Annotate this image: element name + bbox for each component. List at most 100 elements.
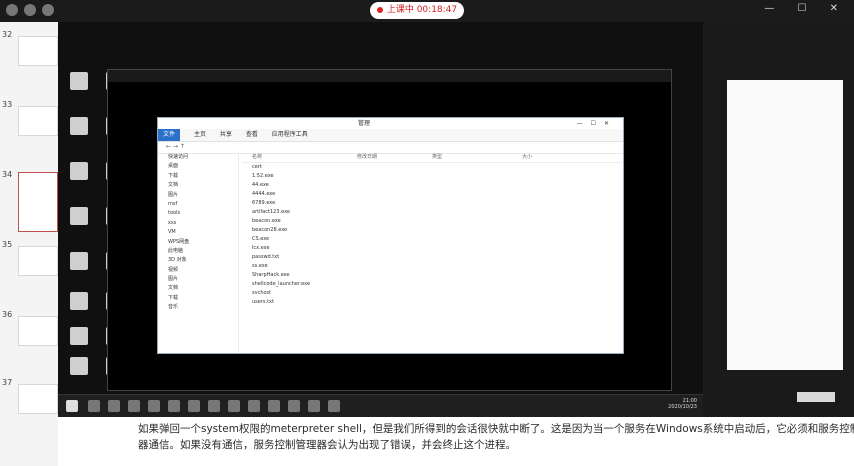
- taskbar-app-icon[interactable]: [168, 400, 180, 412]
- slide-thumbnail[interactable]: [18, 246, 58, 276]
- nav-item[interactable]: 3D 对象: [158, 256, 238, 265]
- file-row[interactable]: shellcode_launcher.exe: [242, 280, 622, 289]
- taskbar-app-icon[interactable]: [308, 400, 320, 412]
- col-type[interactable]: 类型: [432, 153, 492, 162]
- navigation-pane: 快速访问 桌面 下载 文档 图片 msf tools xss VM WPS网盘 …: [158, 153, 239, 353]
- tab-share[interactable]: 共享: [220, 129, 232, 141]
- file-explorer-window: 管理 —☐✕ 文件 主页 共享 查看 应用程序工具 ← → ↑ 快速访问 桌面 …: [157, 117, 624, 354]
- tab-home[interactable]: 主页: [194, 129, 206, 141]
- file-row[interactable]: beacon.exe: [242, 217, 622, 226]
- menu-icon[interactable]: [24, 4, 36, 16]
- taskbar-app-icon[interactable]: [328, 400, 340, 412]
- taskbar-app-icon[interactable]: [188, 400, 200, 412]
- recording-indicator[interactable]: 上课中 00:18:47: [370, 2, 464, 19]
- slide-number: 35: [2, 240, 13, 249]
- file-name: beacon.exe: [252, 218, 281, 224]
- taskbar-clock[interactable]: 21:00 2020/10/23: [668, 398, 697, 410]
- desktop-icon[interactable]: [62, 117, 96, 135]
- nav-item[interactable]: 文档: [158, 181, 238, 190]
- file-row[interactable]: lcx.exe: [242, 244, 622, 253]
- remote-window-titlebar[interactable]: [108, 70, 671, 82]
- desktop-icon[interactable]: [62, 327, 96, 345]
- file-row[interactable]: 6789.exe: [242, 199, 622, 208]
- desktop-icon[interactable]: [62, 357, 96, 375]
- nav-item[interactable]: tools: [158, 209, 238, 218]
- task-view-icon[interactable]: [108, 400, 120, 412]
- file-row[interactable]: CS.exe: [242, 235, 622, 244]
- nav-item[interactable]: 下载: [158, 172, 238, 181]
- top-bar: 上课中 00:18:47 — ☐ ✕: [0, 0, 854, 22]
- slide-thumbnail[interactable]: [18, 106, 58, 136]
- taskbar-app-icon[interactable]: [148, 400, 160, 412]
- taskbar-app-icon[interactable]: [288, 400, 300, 412]
- nav-item[interactable]: WPS网盘: [158, 238, 238, 247]
- annotation-sheet: [727, 80, 843, 402]
- file-name: 44.exe: [252, 182, 269, 188]
- slide-thumbnail-active[interactable]: [18, 172, 58, 232]
- nav-item[interactable]: 桌面: [158, 162, 238, 171]
- col-size[interactable]: 大小: [492, 153, 532, 162]
- tools-icon[interactable]: [42, 4, 54, 16]
- nav-item[interactable]: VM: [158, 228, 238, 237]
- desktop-icon[interactable]: [62, 252, 96, 270]
- slide-number: 33: [2, 100, 13, 109]
- slide-number: 37: [2, 378, 13, 387]
- file-row[interactable]: 44.exe: [242, 181, 622, 190]
- subtitle-bar: 如果弹回一个system权限的meterpreter shell，但是我们所得到…: [58, 417, 854, 466]
- file-list: 名称 修改日期 类型 大小 cert 1.52.exe 44.exe 4444.exe…: [242, 153, 622, 353]
- annotation-button[interactable]: [797, 392, 835, 402]
- nav-item[interactable]: 图片: [158, 275, 238, 284]
- remote-desktop: 管理 —☐✕ 文件 主页 共享 查看 应用程序工具 ← → ↑ 快速访问 桌面 …: [58, 22, 703, 418]
- desktop-icon[interactable]: [62, 72, 96, 90]
- col-date[interactable]: 修改日期: [357, 153, 432, 162]
- desktop-icon[interactable]: [62, 207, 96, 225]
- clock-date: 2020/10/23: [668, 404, 697, 410]
- file-name: users.txt: [252, 299, 274, 305]
- nav-item[interactable]: 此电脑: [158, 247, 238, 256]
- nav-arrows-icon[interactable]: ← → ↑: [166, 143, 185, 150]
- slide-thumbnail[interactable]: [18, 36, 58, 66]
- file-row[interactable]: cert: [242, 163, 622, 172]
- file-name: 6789.exe: [252, 200, 276, 206]
- slide-panel-footer: [0, 440, 58, 466]
- nav-item[interactable]: 图片: [158, 191, 238, 200]
- tab-file[interactable]: 文件: [158, 129, 181, 141]
- remote-taskbar: 21:00 2020/10/23: [58, 394, 703, 418]
- file-name: 4444.exe: [252, 191, 276, 197]
- nav-item[interactable]: 音乐: [158, 303, 238, 312]
- nav-item[interactable]: xss: [158, 219, 238, 228]
- file-row[interactable]: 1.52.exe: [242, 172, 622, 181]
- taskbar-app-icon[interactable]: [248, 400, 260, 412]
- tab-view[interactable]: 查看: [246, 129, 258, 141]
- nav-item[interactable]: 文档: [158, 284, 238, 293]
- explorer-window-controls[interactable]: —☐✕: [577, 118, 617, 129]
- slide-number: 34: [2, 170, 13, 179]
- nav-item[interactable]: 下载: [158, 294, 238, 303]
- file-row[interactable]: users.txt: [242, 298, 622, 307]
- start-icon[interactable]: [66, 400, 78, 412]
- file-row[interactable]: artifact123.exe: [242, 208, 622, 217]
- file-row[interactable]: beacon28.exe: [242, 226, 622, 235]
- file-row[interactable]: 4444.exe: [242, 190, 622, 199]
- taskbar-app-icon[interactable]: [208, 400, 220, 412]
- nav-item[interactable]: 快速访问: [158, 153, 238, 162]
- slide-thumbnail[interactable]: [18, 384, 58, 414]
- file-name: svchost: [252, 290, 272, 296]
- tab-app-tools[interactable]: 应用程序工具: [272, 129, 308, 141]
- taskbar-app-icon[interactable]: [268, 400, 280, 412]
- file-row[interactable]: SharpHack.exe: [242, 271, 622, 280]
- taskbar-app-icon[interactable]: [228, 400, 240, 412]
- search-icon[interactable]: [88, 400, 100, 412]
- window-controls[interactable]: — ☐ ✕: [764, 3, 848, 14]
- col-name[interactable]: 名称: [242, 153, 357, 162]
- nav-item[interactable]: 视频: [158, 266, 238, 275]
- slide-number: 36: [2, 310, 13, 319]
- file-row[interactable]: ss.exe: [242, 262, 622, 271]
- taskbar-app-icon[interactable]: [128, 400, 140, 412]
- nav-item[interactable]: msf: [158, 200, 238, 209]
- desktop-icon[interactable]: [62, 292, 96, 310]
- file-row[interactable]: svchost: [242, 289, 622, 298]
- file-row[interactable]: passwd.txt: [242, 253, 622, 262]
- desktop-icon[interactable]: [62, 162, 96, 180]
- slide-thumbnail[interactable]: [18, 316, 58, 346]
